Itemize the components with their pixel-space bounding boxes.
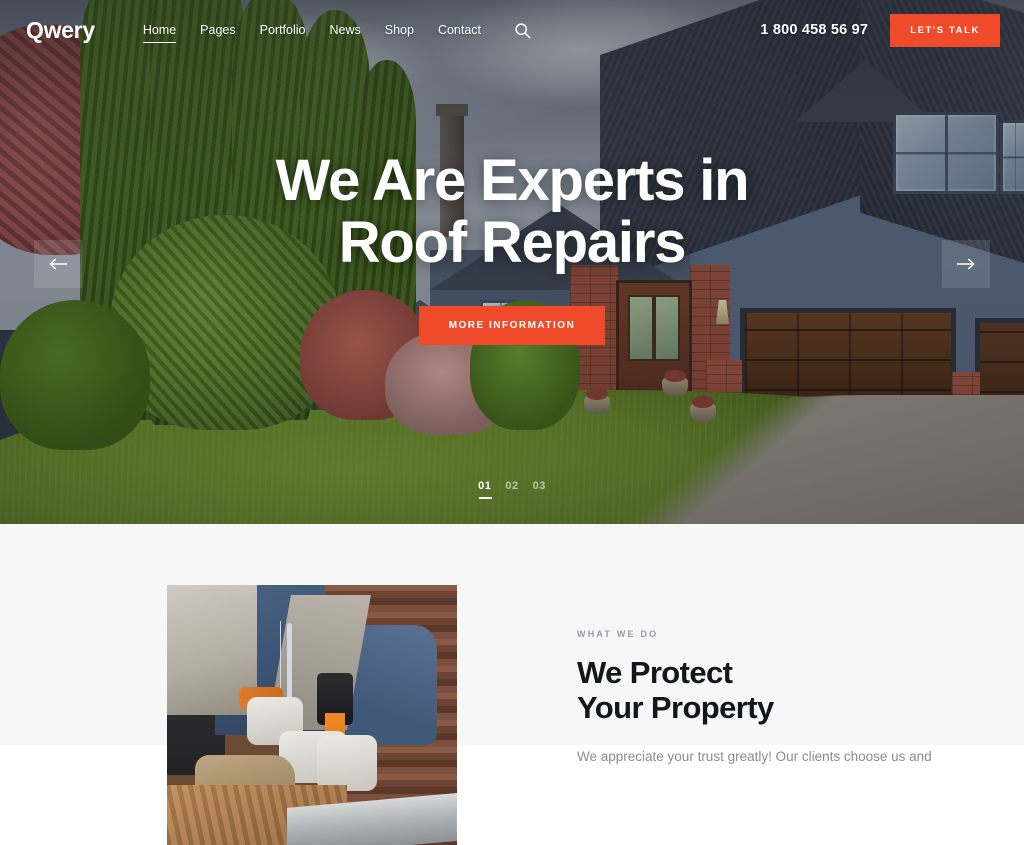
site-header: Qwery Home Pages Portfolio News Shop Con…: [0, 0, 1024, 60]
lets-talk-button[interactable]: LET'S TALK: [890, 13, 1000, 47]
section-eyebrow: WHAT WE DO: [577, 629, 659, 639]
work-glove: [317, 735, 377, 791]
slider-dot-02[interactable]: 02: [505, 480, 518, 500]
pry-tool: [287, 623, 292, 701]
slider-pagination: 01 02 03: [0, 480, 1024, 500]
slider-next-button[interactable]: [942, 240, 990, 288]
hero-section: Qwery Home Pages Portfolio News Shop Con…: [0, 0, 1024, 524]
hero-title: We Are Experts in Roof Repairs: [275, 148, 750, 276]
section-title-line-2: Your Property: [577, 689, 774, 725]
slider-prev-button[interactable]: [34, 240, 82, 288]
arrow-right-icon: [956, 258, 975, 270]
slider-dot-03[interactable]: 03: [533, 480, 546, 500]
about-image: [167, 585, 457, 845]
section-title: We Protect Your Property: [577, 655, 932, 725]
slider-dot-01[interactable]: 01: [478, 480, 493, 500]
hero-title-line-2: Roof Repairs: [338, 210, 687, 276]
nav-item-pages[interactable]: Pages: [188, 17, 247, 43]
section-title-line-1: We Protect: [577, 655, 733, 690]
hero-content: We Are Experts in Roof Repairs MORE INFO…: [0, 148, 1024, 346]
section-body-text: We appreciate your trust greatly! Our cl…: [577, 749, 932, 765]
phone-number[interactable]: 1 800 458 56 97: [760, 22, 868, 38]
nav-item-portfolio[interactable]: Portfolio: [248, 17, 318, 43]
search-icon[interactable]: [511, 19, 533, 41]
what-we-do-section: WHAT WE DO We Protect Your Property We a…: [0, 524, 1024, 845]
arrow-left-icon: [49, 258, 68, 270]
main-navigation: Home Pages Portfolio News Shop Contact: [131, 17, 533, 43]
header-actions: 1 800 458 56 97 LET'S TALK: [760, 13, 1000, 47]
nav-item-contact[interactable]: Contact: [426, 17, 493, 43]
nav-item-home[interactable]: Home: [131, 17, 188, 43]
nav-item-news[interactable]: News: [317, 17, 372, 43]
hero-title-line-1: We Are Experts in: [275, 148, 750, 213]
more-information-button[interactable]: MORE INFORMATION: [418, 306, 606, 346]
nav-item-shop[interactable]: Shop: [373, 17, 426, 43]
about-text-block: WHAT WE DO We Protect Your Property We a…: [577, 585, 932, 845]
site-logo[interactable]: Qwery: [26, 17, 95, 44]
